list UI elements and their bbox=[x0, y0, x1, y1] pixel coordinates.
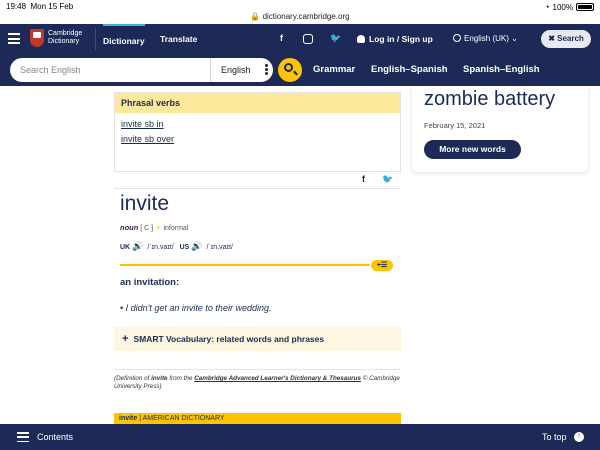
entry-divider bbox=[114, 188, 401, 189]
twitter-icon[interactable]: 🐦 bbox=[330, 33, 341, 44]
user-icon bbox=[357, 35, 365, 43]
definition: an invitation: bbox=[120, 277, 180, 288]
phrasal-verbs-box: Phrasal verbs invite sb in invite sb ove… bbox=[114, 92, 401, 172]
instagram-icon[interactable] bbox=[303, 34, 313, 44]
login-signup-link[interactable]: Log in / Sign up bbox=[357, 24, 433, 54]
plus-icon: + bbox=[122, 333, 129, 345]
us-audio-icon[interactable]: 🔊 bbox=[191, 241, 202, 252]
cambridge-logo[interactable]: Cambridge Dictionary bbox=[30, 29, 82, 47]
sense-divider bbox=[120, 264, 370, 266]
battery-icon bbox=[576, 3, 594, 11]
part-of-speech: noun [ C ] • informal bbox=[120, 223, 189, 232]
nav-translate[interactable]: Translate bbox=[160, 24, 197, 54]
search-icon bbox=[284, 63, 293, 72]
citation-source-link[interactable]: Cambridge Advanced Learner's Dictionary … bbox=[194, 375, 361, 382]
headword: invite bbox=[120, 192, 170, 215]
phrasal-verb-link[interactable]: invite sb in bbox=[115, 119, 400, 129]
search-submit-button[interactable] bbox=[278, 58, 302, 82]
bottom-toolbar: Contents To top ↑ bbox=[0, 424, 600, 450]
pronunciation-row: UK 🔊/ˈɪn.vaɪt/ US 🔊/ˈɪn.vaɪt/ bbox=[120, 241, 233, 252]
contents-menu-icon[interactable] bbox=[17, 432, 29, 442]
word-of-the-day-word[interactable]: zombie battery bbox=[424, 88, 555, 111]
citation-text: (Definition of invite from the Cambridge… bbox=[114, 375, 400, 390]
american-dictionary-header: invite | AMERICAN DICTIONARY bbox=[114, 413, 401, 424]
status-bar: 19:48 Mon 15 Feb 🔒 dictionary.cambridge.… bbox=[0, 0, 600, 24]
nav-english-spanish[interactable]: English–Spanish bbox=[371, 54, 448, 86]
contents-button[interactable]: Contents bbox=[37, 424, 73, 450]
crest-icon bbox=[30, 29, 44, 47]
arrow-up-icon[interactable]: ↑ bbox=[574, 432, 584, 442]
add-to-wordlist-button[interactable]: +☰ bbox=[371, 260, 393, 271]
battery-indicator: ◔ 100% bbox=[544, 2, 594, 12]
more-new-words-button[interactable]: More new words bbox=[424, 140, 521, 159]
search-toggle-button[interactable]: ✖ Search bbox=[541, 30, 591, 48]
search-divider bbox=[210, 58, 211, 82]
more-options-icon[interactable] bbox=[265, 64, 268, 75]
share-twitter-icon[interactable]: 🐦 bbox=[382, 174, 393, 185]
phrasal-verb-link[interactable]: invite sb over bbox=[115, 134, 400, 144]
smart-vocabulary-toggle[interactable]: + SMART Vocabulary: related words and phr… bbox=[114, 327, 401, 351]
globe-icon bbox=[453, 34, 461, 42]
top-header: Cambridge Dictionary Dictionary Translate… bbox=[0, 24, 600, 54]
citation-divider bbox=[114, 369, 401, 370]
header-divider bbox=[95, 28, 96, 50]
word-of-the-day-card: zombie battery February 15, 2021 bbox=[412, 86, 588, 172]
example-sentence: • I didn't get an invite to their weddin… bbox=[120, 303, 272, 313]
wifi-icon: ◔ bbox=[544, 2, 550, 12]
address-bar-url[interactable]: 🔒 dictionary.cambridge.org bbox=[0, 12, 600, 21]
nav-spanish-english[interactable]: Spanish–English bbox=[463, 54, 540, 86]
phrasal-verbs-heading: Phrasal verbs bbox=[115, 93, 400, 113]
page-content: Phrasal verbs invite sb in invite sb ove… bbox=[0, 86, 600, 424]
facebook-icon[interactable]: f bbox=[280, 33, 283, 43]
word-of-the-day-date: February 15, 2021 bbox=[424, 121, 486, 130]
search-bar-row: English Grammar English–Spanish Spanish–… bbox=[0, 54, 600, 86]
status-time: 19:48 Mon 15 Feb bbox=[6, 2, 74, 11]
search-box: English bbox=[10, 58, 273, 82]
language-selector[interactable]: English (UK) ⌄ bbox=[453, 24, 518, 54]
uk-audio-icon[interactable]: 🔊 bbox=[132, 241, 143, 252]
nav-grammar[interactable]: Grammar bbox=[313, 54, 355, 86]
share-facebook-icon[interactable]: f bbox=[362, 174, 365, 184]
battery-percent: 100% bbox=[552, 2, 573, 12]
dictionary-select[interactable]: English bbox=[221, 58, 251, 82]
menu-icon[interactable] bbox=[8, 33, 20, 44]
to-top-button[interactable]: To top bbox=[542, 424, 567, 450]
nav-dictionary[interactable]: Dictionary bbox=[103, 24, 145, 54]
search-input[interactable] bbox=[20, 63, 200, 77]
